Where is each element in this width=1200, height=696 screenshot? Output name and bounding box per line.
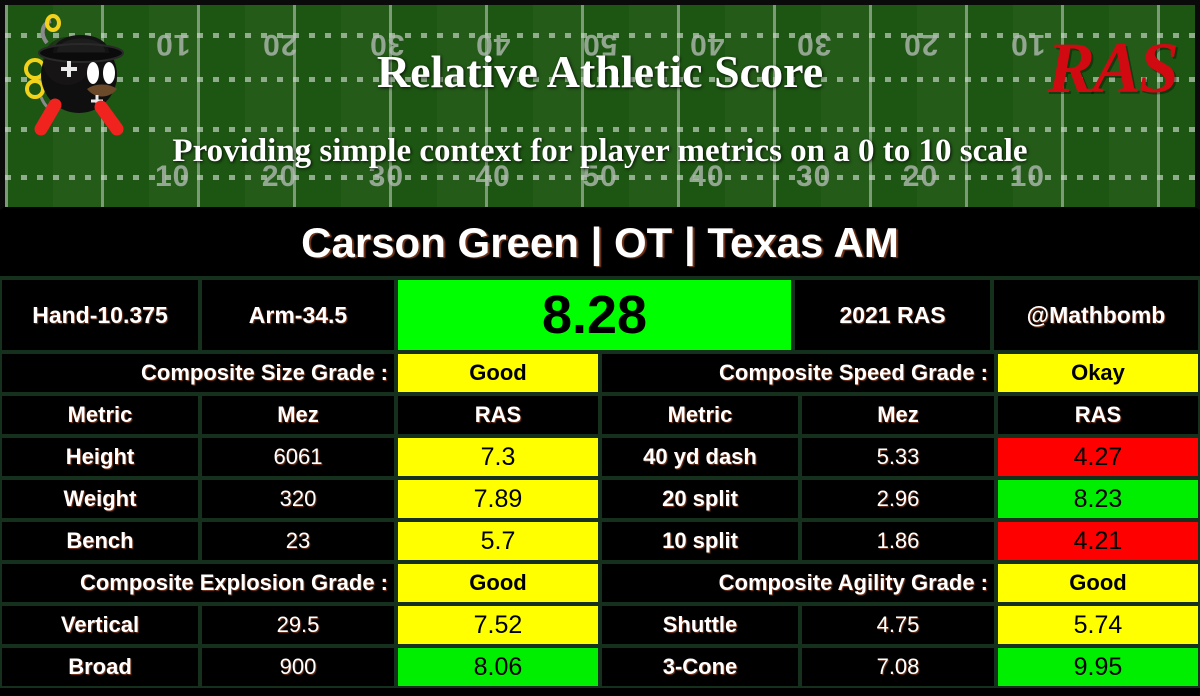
column-header-mez-left: Mez — [200, 394, 396, 436]
metric-ras-score: 4.21 — [996, 520, 1200, 562]
metric-name: 40 yd dash — [600, 436, 800, 478]
metric-value: 6061 — [200, 436, 396, 478]
page-title: Relative Athletic Score — [376, 46, 824, 97]
metric-name: 10 split — [600, 520, 800, 562]
metric-name: Weight — [0, 478, 200, 520]
metric-name: 3-Cone — [600, 646, 800, 688]
metric-name: Vertical — [0, 604, 200, 646]
metric-ras-score: 7.89 — [396, 478, 600, 520]
composite-size-grade-value: Good — [396, 352, 600, 394]
ras-year-label: 2021 RAS — [793, 278, 992, 352]
column-header-metric-left: Metric — [0, 394, 200, 436]
composite-speed-grade-label: Composite Speed Grade : — [600, 352, 996, 394]
arm-measurement: Arm-34.5 — [200, 278, 396, 352]
table-row: Weight 320 7.89 20 split 2.96 8.23 — [0, 478, 1200, 520]
column-header-mez-right: Mez — [800, 394, 996, 436]
table-row: Vertical 29.5 7.52 Shuttle 4.75 5.74 — [0, 604, 1200, 646]
player-header-bar: Carson Green | OT | Texas AM — [0, 210, 1200, 278]
metric-ras-score: 8.23 — [996, 478, 1200, 520]
author-handle: @Mathbomb — [992, 278, 1200, 352]
metric-ras-score: 7.52 — [396, 604, 600, 646]
metric-ras-score: 7.3 — [396, 436, 600, 478]
composite-grade-row-2: Composite Explosion Grade : Good Composi… — [0, 562, 1200, 604]
metric-name: Height — [0, 436, 200, 478]
metric-name: 20 split — [600, 478, 800, 520]
metric-ras-score: 5.74 — [996, 604, 1200, 646]
column-header-ras-right: RAS — [996, 394, 1200, 436]
metric-ras-score: 5.7 — [396, 520, 600, 562]
metric-value: 4.75 — [800, 604, 996, 646]
score-row: Hand-10.375 Arm-34.5 8.28 2021 RAS @Math… — [0, 278, 1200, 352]
column-header-metric-right: Metric — [600, 394, 800, 436]
table-row: Bench 23 5.7 10 split 1.86 4.21 — [0, 520, 1200, 562]
table-row: Broad 900 8.06 3-Cone 7.08 9.95 — [0, 646, 1200, 688]
hand-measurement: Hand-10.375 — [0, 278, 200, 352]
ras-card: 10 20 30 40 50 40 30 20 10 10 20 30 40 5… — [0, 0, 1200, 696]
composite-grade-row-1: Composite Size Grade : Good Composite Sp… — [0, 352, 1200, 394]
composite-size-grade-label: Composite Size Grade : — [0, 352, 396, 394]
composite-speed-grade-value: Okay — [996, 352, 1200, 394]
column-header-ras-left: RAS — [396, 394, 600, 436]
composite-explosion-grade-value: Good — [396, 562, 600, 604]
metric-ras-score: 9.95 — [996, 646, 1200, 688]
composite-agility-grade-label: Composite Agility Grade : — [600, 562, 996, 604]
metric-ras-score: 8.06 — [396, 646, 600, 688]
column-header-row: Metric Mez RAS Metric Mez RAS — [0, 394, 1200, 436]
page-subtitle: Providing simple context for player metr… — [172, 133, 1028, 169]
player-name-position-school: Carson Green | OT | Texas AM — [301, 219, 899, 266]
table-row: Height 6061 7.3 40 yd dash 5.33 4.27 — [0, 436, 1200, 478]
overall-ras-score: 8.28 — [396, 278, 793, 352]
metric-ras-score: 4.27 — [996, 436, 1200, 478]
metric-value: 320 — [200, 478, 396, 520]
metric-value: 23 — [200, 520, 396, 562]
metric-name: Bench — [0, 520, 200, 562]
composite-explosion-grade-label: Composite Explosion Grade : — [0, 562, 396, 604]
metric-value: 5.33 — [800, 436, 996, 478]
ras-logo: RAS — [1046, 28, 1179, 108]
metric-value: 900 — [200, 646, 396, 688]
metric-value: 1.86 — [800, 520, 996, 562]
metric-name: Broad — [0, 646, 200, 688]
metric-value: 29.5 — [200, 604, 396, 646]
field-hash-row — [5, 127, 1195, 132]
metric-name: Shuttle — [600, 604, 800, 646]
metric-value: 2.96 — [800, 478, 996, 520]
bomb-mascot-icon — [17, 13, 137, 141]
composite-agility-grade-value: Good — [996, 562, 1200, 604]
metric-value: 7.08 — [800, 646, 996, 688]
field-banner-header: 10 20 30 40 50 40 30 20 10 10 20 30 40 5… — [0, 0, 1200, 210]
